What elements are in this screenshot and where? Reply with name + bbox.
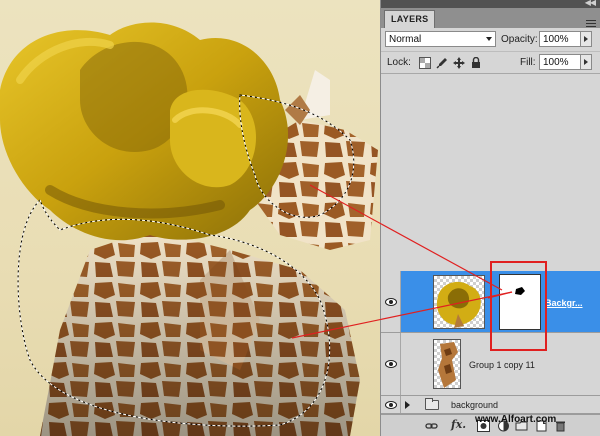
lock-image-pixels-icon[interactable]: [436, 57, 448, 69]
lock-transparent-pixels-icon[interactable]: [419, 57, 431, 69]
collapse-panel-icon[interactable]: ◀◀: [585, 0, 596, 7]
tab-layers[interactable]: LAYERS: [384, 10, 436, 28]
group-name: background: [451, 400, 499, 410]
visibility-toggle[interactable]: [381, 396, 401, 413]
eye-icon: [385, 360, 397, 368]
fill-label: Fill:: [520, 57, 536, 68]
canvas-artwork: [0, 22, 378, 436]
visibility-toggle[interactable]: [381, 333, 401, 395]
layers-empty-area: [381, 74, 600, 271]
panel-top-strip: ◀◀: [381, 0, 600, 8]
layer-thumbnail[interactable]: [433, 339, 461, 389]
fx-icon[interactable]: fx.: [451, 418, 466, 431]
blend-opacity-row: Normal Opacity: 100%: [381, 28, 600, 52]
eye-icon: [385, 298, 397, 306]
eye-icon: [385, 401, 397, 409]
mask-shape: [515, 287, 525, 295]
layer-row-selected[interactable]: Backgr...: [381, 271, 600, 333]
layers-list: Backgr... Group 1 copy 11 background: [381, 74, 600, 414]
blend-mode-value: Normal: [389, 34, 422, 45]
panel-tab-bar: LAYERS: [381, 8, 600, 28]
opacity-label: Opacity:: [501, 34, 538, 45]
chevron-down-icon: [486, 37, 492, 41]
lock-label: Lock:: [387, 57, 411, 68]
blend-mode-select[interactable]: Normal: [385, 31, 496, 47]
visibility-toggle[interactable]: [381, 271, 401, 332]
fill-field[interactable]: 100%: [539, 54, 581, 70]
layer-row[interactable]: Group 1 copy 11: [381, 333, 600, 396]
layer-name: Group 1 copy 11: [469, 360, 535, 370]
expand-group-icon[interactable]: [405, 401, 410, 409]
opacity-field[interactable]: 100%: [539, 31, 581, 47]
watermark-text: www.Alfoart.com: [475, 414, 557, 425]
opacity-slider-toggle[interactable]: [581, 31, 592, 47]
layer-thumbnail[interactable]: [433, 275, 485, 329]
link-icon[interactable]: [425, 420, 438, 432]
layers-panel: ◀◀ LAYERS Normal Opacity: 100% Lock: Fil…: [380, 0, 600, 436]
layer-name: Backgr...: [545, 298, 583, 308]
document-canvas[interactable]: [0, 0, 380, 436]
layer-group-row[interactable]: background: [381, 396, 600, 414]
folder-icon: [425, 398, 439, 410]
lock-fill-row: Lock: Fill: 100%: [381, 52, 600, 74]
layer-mask-thumbnail[interactable]: [499, 274, 541, 330]
lock-position-icon[interactable]: [453, 57, 465, 69]
lock-all-icon[interactable]: [470, 57, 482, 69]
giraffe-thumbnail-art: [438, 342, 458, 388]
fill-slider-toggle[interactable]: [581, 54, 592, 70]
banana-thumbnail-art: [436, 281, 481, 328]
